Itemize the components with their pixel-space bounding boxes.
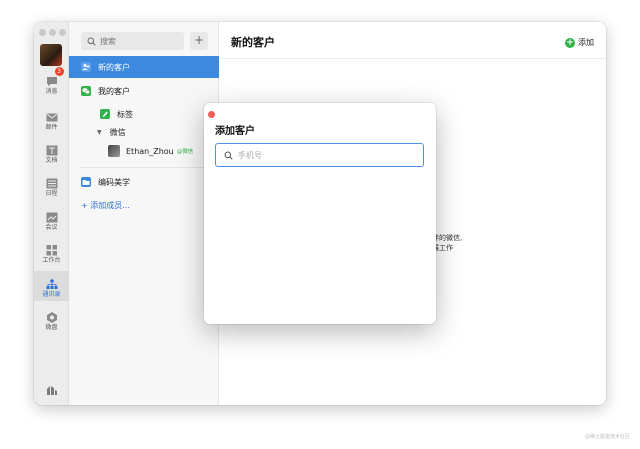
hint-text-line1: 伴的微信, xyxy=(432,234,463,242)
search-placeholder: 搜索 xyxy=(100,36,116,46)
rail-item-more[interactable] xyxy=(34,380,69,395)
rail-item-messages[interactable]: 3 消息 xyxy=(34,67,69,98)
chevron-down-icon: ▼ xyxy=(97,128,102,136)
rail-item-drive[interactable]: 微盘 xyxy=(34,308,69,334)
close-dialog-button[interactable] xyxy=(208,111,215,118)
add-contact-button[interactable]: + xyxy=(190,32,208,50)
search-box[interactable]: 搜索 xyxy=(81,32,184,50)
building-icon xyxy=(46,380,58,395)
main-header: 新的客户 + 添加 xyxy=(219,22,606,59)
add-member-link[interactable]: + 添加成员... xyxy=(69,194,219,216)
minimize-window-button[interactable] xyxy=(49,29,56,36)
add-member-label: + 添加成员... xyxy=(81,200,130,210)
unread-badge: 3 xyxy=(54,67,64,76)
divider xyxy=(81,167,213,168)
nav-rail: 3 消息 邮件 文档 日程 会议 工作台 通讯录 微盘 xyxy=(34,22,69,405)
plus-circle-icon: + xyxy=(565,37,575,48)
watermark: @稀土掘金技术社区 xyxy=(584,434,630,440)
contact-avatar xyxy=(108,145,120,157)
nav-label: 我的客户 xyxy=(98,86,130,96)
new-customer-icon xyxy=(81,62,91,72)
rail-label: 会议 xyxy=(45,224,58,231)
mail-icon xyxy=(46,108,58,122)
add-label: 添加 xyxy=(578,38,594,47)
document-icon xyxy=(46,141,58,156)
drive-icon xyxy=(46,308,58,323)
rail-item-mail[interactable]: 邮件 xyxy=(34,108,69,134)
user-avatar[interactable] xyxy=(40,44,62,66)
nav-my-customers[interactable]: 我的客户 xyxy=(69,80,219,102)
chat-bubble-icon: 3 xyxy=(46,67,64,86)
nav-label: 编码美学 xyxy=(98,177,130,187)
rail-label: 邮件 xyxy=(45,124,58,131)
rail-item-calendar[interactable]: 日程 xyxy=(34,174,69,200)
phone-input[interactable] xyxy=(238,150,408,160)
nav-org[interactable]: 编码美学 xyxy=(69,171,219,193)
rail-item-docs[interactable]: 文档 xyxy=(34,141,69,167)
rail-label: 工作台 xyxy=(42,257,61,264)
contacts-panel: 搜索 + 新的客户 我的客户 标签 ▼ 微信 Ethan_Zhou @微信 编码… xyxy=(69,22,219,405)
rail-item-workspace[interactable]: 工作台 xyxy=(34,241,69,267)
dialog-title: 添加客户 xyxy=(215,126,255,137)
org-chart-icon xyxy=(46,275,58,289)
meeting-icon xyxy=(46,208,58,223)
nav-new-customers[interactable]: 新的客户 xyxy=(69,56,219,78)
nav-label: 微信 xyxy=(109,127,126,137)
phone-search-field[interactable] xyxy=(215,143,424,167)
maximize-window-button[interactable] xyxy=(59,29,66,36)
wechat-contact-row[interactable]: Ethan_Zhou @微信 xyxy=(69,140,219,162)
rail-label: 消息 xyxy=(45,88,58,95)
search-icon xyxy=(87,37,96,46)
tag-icon xyxy=(100,109,110,119)
window-controls xyxy=(39,29,66,36)
rail-label: 文档 xyxy=(45,157,58,164)
rail-item-contacts[interactable]: 通讯录 xyxy=(34,271,69,301)
folder-icon xyxy=(81,177,91,187)
grid-icon xyxy=(46,241,58,256)
add-customer-dialog: 添加客户 xyxy=(204,103,436,324)
page-title: 新的客户 xyxy=(231,36,275,49)
nav-label: 新的客户 xyxy=(98,62,130,72)
contact-name: Ethan_Zhou xyxy=(126,146,174,156)
wechat-source-badge: @微信 xyxy=(176,149,194,155)
rail-item-meeting[interactable]: 会议 xyxy=(34,208,69,234)
close-window-button[interactable] xyxy=(39,29,46,36)
search-icon xyxy=(224,151,233,160)
rail-label: 日程 xyxy=(45,190,58,197)
wechat-icon xyxy=(81,86,91,96)
add-button[interactable]: + 添加 xyxy=(565,37,594,48)
calendar-icon xyxy=(46,174,58,189)
nav-label: 标签 xyxy=(117,109,133,119)
rail-label: 通讯录 xyxy=(42,291,61,298)
rail-label: 微盘 xyxy=(45,324,58,331)
